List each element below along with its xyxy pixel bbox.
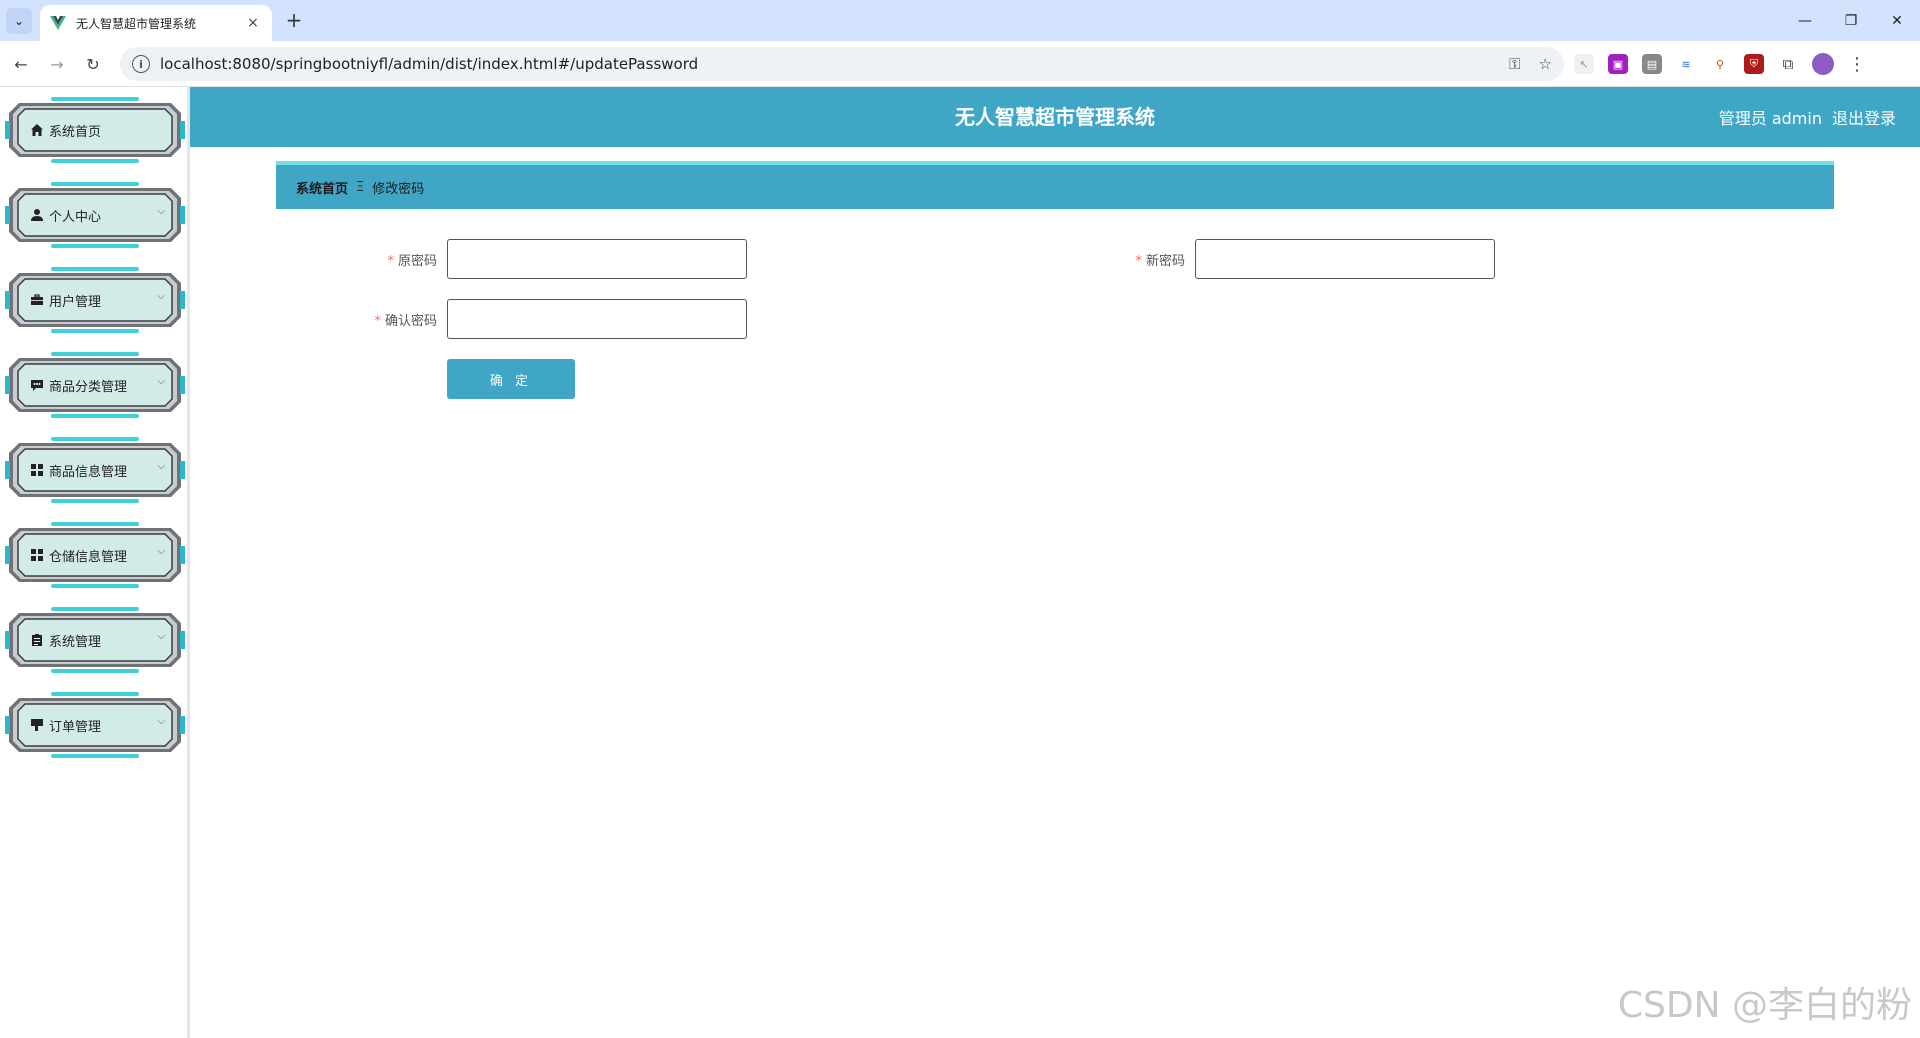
chevron-down-icon: ⌵	[157, 716, 165, 727]
profile-avatar[interactable]	[1812, 53, 1834, 75]
extensions-area: ↖ ▣ ▤ ≋ ⚲ ⛨ ⧉ ⋮	[1574, 53, 1866, 75]
sidebar-item-label: 订单管理	[49, 719, 102, 735]
user-area: 管理员 admin 退出登录	[1709, 87, 1896, 147]
confirm-password-input[interactable]	[447, 299, 747, 339]
briefcase-icon	[29, 292, 45, 308]
reload-icon[interactable]: ↻	[80, 51, 106, 77]
sidebar-item-3[interactable]: 用户管理 ⌵	[5, 267, 185, 333]
sidebar-item-content: 个人中心	[29, 182, 101, 248]
chevron-down-icon: ⌵	[157, 376, 165, 387]
info-icon[interactable]: i	[132, 55, 150, 73]
breadcrumb-separator: Ξ	[356, 179, 365, 195]
home-icon	[29, 122, 45, 138]
extension-tree-icon[interactable]: ⚲	[1710, 54, 1730, 74]
breadcrumb-home[interactable]: 系统首页	[296, 178, 348, 197]
watermark: CSDN @李白的粉	[1617, 985, 1912, 1026]
url-text[interactable]: localhost:8080/springbootniyfl/admin/dis…	[160, 55, 1491, 73]
sidebar-item-label: 系统管理	[49, 634, 102, 650]
more-menu-icon[interactable]: ⋮	[1848, 54, 1866, 75]
sidebar-item-8[interactable]: 订单管理 ⌵	[5, 692, 185, 758]
app-title: 无人智慧超市管理系统	[955, 105, 1155, 129]
star-icon[interactable]: ☆	[1539, 55, 1552, 73]
sidebar-item-label: 用户管理	[49, 294, 102, 310]
sidebar-item-content: 订单管理	[29, 692, 101, 758]
chevron-down-icon: ⌵	[157, 546, 165, 557]
sidebar-item-label: 个人中心	[49, 209, 102, 225]
browser-tabstrip: ⌄ 无人智慧超市管理系统 × + — ❐ ✕	[0, 0, 1920, 41]
breadcrumb: 系统首页 Ξ 修改密码	[276, 161, 1834, 209]
grid-icon	[29, 547, 45, 563]
app-header: 无人智慧超市管理系统 管理员 admin 退出登录	[190, 87, 1920, 147]
key-icon[interactable]: ⚿	[1509, 55, 1520, 73]
tab-title: 无人智慧超市管理系统	[76, 16, 197, 31]
old-password-row: * 原密码	[370, 239, 747, 279]
extension-layers-icon[interactable]: ≋	[1676, 54, 1696, 74]
browser-toolbar: ← → ↻ i localhost:8080/springbootniyfl/a…	[0, 41, 1920, 87]
old-password-label: * 原密码	[387, 253, 437, 269]
extension-shield-icon[interactable]: ⛨	[1744, 54, 1764, 74]
sidebar-item-1[interactable]: 系统首页	[5, 97, 185, 163]
tab-search-button[interactable]: ⌄	[6, 8, 32, 34]
window-controls: — ❐ ✕	[1782, 0, 1920, 41]
sidebar-item-5[interactable]: 商品信息管理 ⌵	[5, 437, 185, 503]
person-icon	[29, 207, 45, 223]
sidebar-item-content: 系统首页	[29, 97, 101, 163]
sidebar-item-label: 系统首页	[49, 124, 102, 140]
sidebar-item-4[interactable]: 商品分类管理 ⌵	[5, 352, 185, 418]
window-close-icon[interactable]: ✕	[1874, 0, 1920, 41]
close-icon[interactable]: ×	[244, 15, 262, 31]
old-password-input[interactable]	[447, 239, 747, 279]
chevron-down-icon: ⌄	[13, 14, 25, 28]
new-password-input[interactable]	[1195, 239, 1495, 279]
chevron-down-icon: ⌵	[157, 631, 165, 642]
confirm-password-row: * 确认密码	[356, 299, 747, 339]
app-root: 系统首页 个人中心 ⌵ 用户管理 ⌵ 商品分类管理 ⌵ 商品信息管理 ⌵ 仓储信息管理 ⌵ 系统管理 ⌵…	[0, 87, 1920, 1038]
sidebar-item-content: 仓储信息管理	[29, 522, 127, 588]
restore-icon[interactable]: ❐	[1828, 0, 1874, 41]
new-password-row: * 新密码	[1118, 239, 1495, 279]
logout-link[interactable]: 退出登录	[1832, 105, 1896, 129]
submit-button[interactable]: 确 定	[447, 359, 575, 399]
user-role: 管理员 admin	[1718, 109, 1822, 128]
sidebar-item-label: 仓储信息管理	[49, 549, 128, 565]
vue-logo-icon	[50, 16, 66, 30]
puzzle-icon[interactable]: ⧉	[1778, 54, 1798, 74]
forward-arrow-icon[interactable]: →	[44, 51, 70, 77]
new-password-label: * 新密码	[1135, 253, 1185, 269]
clipboard-icon	[29, 632, 45, 648]
sidebar-item-content: 系统管理	[29, 607, 101, 673]
extension-gray-icon[interactable]: ▤	[1642, 54, 1662, 74]
minimize-icon[interactable]: —	[1782, 0, 1828, 41]
browser-tab[interactable]: 无人智慧超市管理系统 ×	[40, 5, 272, 41]
address-bar[interactable]: i localhost:8080/springbootniyfl/admin/d…	[120, 47, 1564, 81]
sidebar-item-content: 用户管理	[29, 267, 101, 333]
sidebar-item-2[interactable]: 个人中心 ⌵	[5, 182, 185, 248]
chevron-down-icon: ⌵	[157, 461, 165, 472]
grid-icon	[29, 462, 45, 478]
chevron-down-icon: ⌵	[157, 291, 165, 302]
breadcrumb-current: 修改密码	[372, 181, 425, 197]
confirm-password-label: * 确认密码	[374, 313, 437, 329]
new-tab-button[interactable]: +	[282, 9, 306, 33]
comment-icon	[29, 377, 45, 393]
back-arrow-icon[interactable]: ←	[8, 51, 34, 77]
sidebar-item-label: 商品分类管理	[49, 379, 128, 395]
sidebar-item-content: 商品信息管理	[29, 437, 127, 503]
sidebar-item-content: 商品分类管理	[29, 352, 127, 418]
chevron-down-icon: ⌵	[157, 206, 165, 217]
sign-icon	[29, 717, 45, 733]
sidebar-item-6[interactable]: 仓储信息管理 ⌵	[5, 522, 185, 588]
extension-cursor-icon[interactable]: ↖	[1574, 54, 1594, 74]
sidebar-item-label: 商品信息管理	[49, 464, 128, 480]
sidebar-item-7[interactable]: 系统管理 ⌵	[5, 607, 185, 673]
sidebar: 系统首页个人中心 ⌵ 用户管理 ⌵ 商品分类管理 ⌵ 商品信息管理 ⌵ 仓储信息管理 ⌵ 系统管理 ⌵…	[0, 87, 190, 1038]
extension-purple-icon[interactable]: ▣	[1608, 54, 1628, 74]
